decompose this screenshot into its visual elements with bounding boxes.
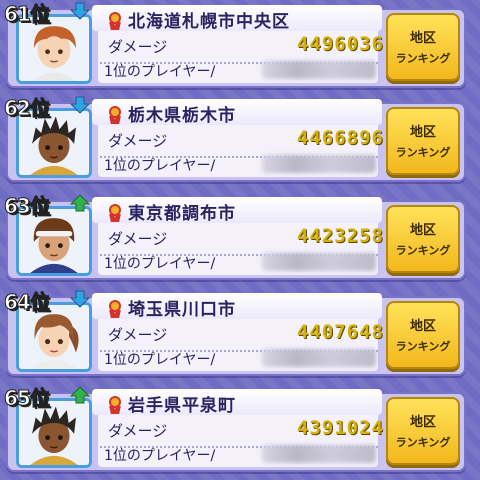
damage-label: ダメージ	[108, 230, 168, 248]
rank-down-icon	[70, 290, 90, 308]
ranking-row: 東京都調布市 ダメージ 4423258 1位のプレイヤー/ 63位 地区 ランキ…	[0, 192, 480, 280]
rank-up-icon	[70, 194, 90, 212]
damage-value: 4391024	[296, 417, 384, 439]
medal-icon	[108, 106, 122, 124]
damage-label: ダメージ	[108, 132, 168, 150]
damage-value: 4407648	[296, 321, 384, 343]
city-name: 北海道札幌市中央区	[128, 12, 290, 32]
top-player-label: 1位のプレイヤー/	[104, 448, 216, 464]
top-player-label: 1位のプレイヤー/	[104, 64, 216, 80]
ranking-row: 埼玉県川口市 ダメージ 4407648 1位のプレイヤー/ 64位 地区 ランキ…	[0, 288, 480, 376]
medal-icon	[108, 396, 122, 414]
ranking-row: 栃木県栃木市 ダメージ 4466896 1位のプレイヤー/ 62位 地区 ランキ…	[0, 94, 480, 182]
damage-label: ダメージ	[108, 422, 168, 440]
blurred-player-name	[262, 445, 376, 463]
damage-label: ダメージ	[108, 38, 168, 56]
ranking-row: 岩手県平泉町 ダメージ 4391024 1位のプレイヤー/ 65位 地区 ランキ…	[0, 384, 480, 472]
blurred-player-name	[262, 155, 376, 173]
rank-down-icon	[70, 96, 90, 114]
medal-icon	[108, 204, 122, 222]
rank-number: 65位	[4, 386, 51, 411]
rank-number: 63位	[4, 194, 51, 219]
rank-up-icon	[70, 386, 90, 404]
top-player-label: 1位のプレイヤー/	[104, 256, 216, 272]
rank-number: 62位	[4, 96, 51, 121]
damage-label: ダメージ	[108, 326, 168, 344]
city-name: 埼玉県川口市	[128, 300, 236, 320]
ranking-row: 北海道札幌市中央区 ダメージ 4496036 1位のプレイヤー/ 61位 地区 …	[0, 0, 480, 88]
top-player-label: 1位のプレイヤー/	[104, 158, 216, 174]
city-name: 東京都調布市	[128, 204, 236, 224]
area-ranking-button[interactable]: 地区 ランキング	[386, 397, 460, 465]
rank-number: 64位	[4, 290, 51, 315]
blurred-player-name	[262, 349, 376, 367]
blurred-player-name	[262, 61, 376, 79]
area-ranking-button[interactable]: 地区 ランキング	[386, 107, 460, 175]
damage-value: 4423258	[296, 225, 384, 247]
area-ranking-button[interactable]: 地区 ランキング	[386, 13, 460, 81]
city-name: 栃木県栃木市	[128, 106, 236, 126]
regional-ranking-list: 北海道札幌市中央区 ダメージ 4496036 1位のプレイヤー/ 61位 地区 …	[0, 0, 480, 480]
area-ranking-button[interactable]: 地区 ランキング	[386, 205, 460, 273]
rank-number: 61位	[4, 2, 51, 27]
blurred-player-name	[262, 253, 376, 271]
damage-value: 4496036	[296, 33, 384, 55]
damage-value: 4466896	[296, 127, 384, 149]
rank-down-icon	[70, 2, 90, 20]
medal-icon	[108, 300, 122, 318]
area-ranking-button[interactable]: 地区 ランキング	[386, 301, 460, 369]
medal-icon	[108, 12, 122, 30]
city-name: 岩手県平泉町	[128, 396, 236, 416]
top-player-label: 1位のプレイヤー/	[104, 352, 216, 368]
